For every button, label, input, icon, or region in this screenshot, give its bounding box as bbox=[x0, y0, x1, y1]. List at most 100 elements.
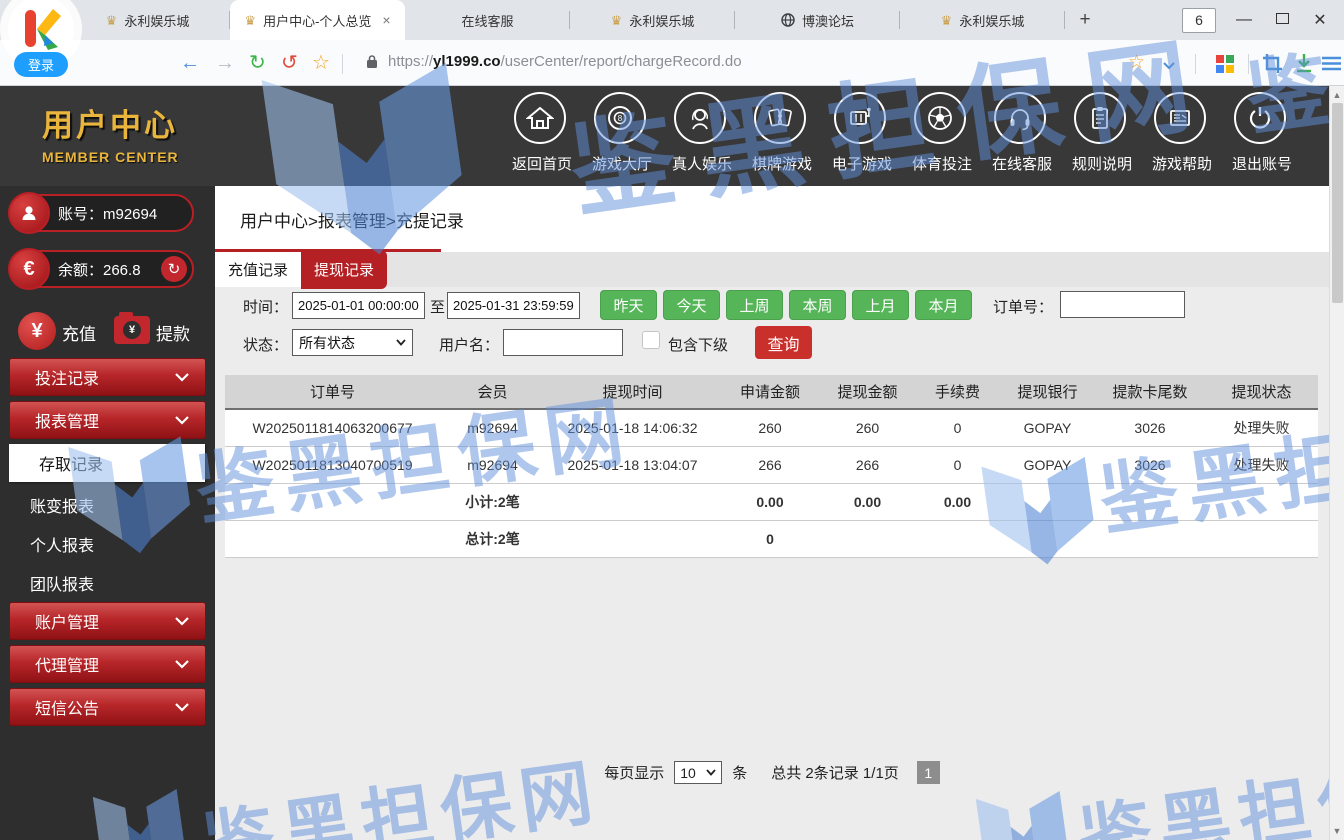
menu-personal-report[interactable]: 个人报表 bbox=[0, 524, 215, 563]
wallet-icon[interactable]: ¥ bbox=[114, 316, 150, 344]
menu-account-change-report[interactable]: 账变报表 bbox=[0, 485, 215, 524]
power-icon bbox=[1246, 104, 1274, 132]
user-icon bbox=[8, 192, 50, 234]
newspaper-icon bbox=[1166, 104, 1194, 132]
nav-live-casino[interactable]: 真人娱乐 bbox=[672, 92, 728, 174]
quick-today-button[interactable]: 今天 bbox=[663, 290, 720, 320]
playing-cards-icon bbox=[766, 104, 794, 132]
tab-recharge-records[interactable]: 充值记录 bbox=[215, 252, 301, 287]
nav-home[interactable]: 返回首页 bbox=[512, 92, 568, 174]
per-page-select[interactable]: 10 bbox=[674, 761, 722, 784]
records-summary: 总共 2条记录 1/1页 bbox=[771, 762, 899, 783]
withdraw-link[interactable]: 提款 bbox=[156, 320, 190, 345]
maximize-button[interactable] bbox=[1272, 11, 1292, 29]
menu-account-management[interactable]: 账户管理 bbox=[9, 602, 206, 640]
url-domain: yl1999.co bbox=[433, 53, 501, 70]
menu-deposit-withdraw-records-active[interactable]: 存取记录 bbox=[9, 444, 205, 482]
logo-title: 用户中心 bbox=[42, 100, 179, 145]
col-fee: 手续费 bbox=[915, 375, 1000, 409]
bookmark-star-button[interactable]: ☆ bbox=[1128, 51, 1145, 75]
scroll-up-icon[interactable]: ▲ bbox=[1330, 90, 1344, 100]
include-subordinates-label: 包含下级 bbox=[668, 334, 728, 355]
quick-this-week-button[interactable]: 本周 bbox=[789, 290, 846, 320]
tab-label: 永利娱乐城 bbox=[124, 11, 189, 30]
site-favicon-icon: ♛ bbox=[941, 14, 953, 27]
forward-button[interactable]: → bbox=[215, 51, 235, 75]
login-button[interactable]: 登录 bbox=[14, 52, 68, 77]
nav-game-hall[interactable]: 8 游戏大厅 bbox=[592, 92, 648, 174]
url-bar[interactable]: https://yl1999.co/userCenter/report/char… bbox=[388, 53, 742, 70]
order-no-input[interactable] bbox=[1060, 291, 1185, 318]
quick-this-month-button[interactable]: 本月 bbox=[915, 290, 972, 320]
tab-label: 在线客服 bbox=[461, 11, 513, 30]
menu-sms-announcement[interactable]: 短信公告 bbox=[9, 688, 206, 726]
date-to-input[interactable] bbox=[447, 292, 580, 319]
tab-close-icon[interactable]: × bbox=[382, 12, 390, 28]
browser-tab-6[interactable]: ♛ 永利娱乐城 bbox=[900, 0, 1065, 40]
nav-rules[interactable]: 规则说明 bbox=[1072, 92, 1128, 174]
download-icon[interactable] bbox=[1294, 53, 1314, 74]
tab-label: 用户中心-个人总览 bbox=[263, 11, 371, 30]
chevron-down-icon[interactable] bbox=[1163, 62, 1175, 70]
k-logo-icon bbox=[20, 6, 64, 50]
clipboard-icon bbox=[1086, 104, 1114, 132]
scroll-down-icon[interactable]: ▼ bbox=[1330, 826, 1344, 836]
menu-hamburger-icon[interactable] bbox=[1322, 56, 1341, 71]
ssl-lock-icon bbox=[366, 54, 378, 69]
nav-customer-service[interactable]: 在线客服 bbox=[992, 92, 1048, 174]
menu-team-report[interactable]: 团队报表 bbox=[0, 563, 215, 602]
back-button[interactable]: ← bbox=[180, 51, 200, 75]
tab-label: 永利娱乐城 bbox=[629, 11, 694, 30]
menu-bet-records[interactable]: 投注记录 bbox=[9, 358, 206, 396]
page-number-button[interactable]: 1 bbox=[917, 761, 940, 784]
nav-card-games[interactable]: 棋牌游戏 bbox=[752, 92, 808, 174]
col-member: 会员 bbox=[440, 375, 545, 409]
col-withdraw-time: 提现时间 bbox=[545, 375, 720, 409]
minimize-button[interactable]: — bbox=[1234, 11, 1254, 29]
nav-logout[interactable]: 退出账号 bbox=[1232, 92, 1288, 174]
browser-tab-5[interactable]: 博澳论坛 bbox=[735, 0, 900, 40]
nav-sports[interactable]: 体育投注 bbox=[912, 92, 968, 174]
status-select[interactable]: 所有状态 bbox=[292, 329, 413, 356]
yen-icon[interactable]: ¥ bbox=[18, 312, 56, 350]
nav-game-help[interactable]: 游戏帮助 bbox=[1152, 92, 1208, 174]
quick-last-week-button[interactable]: 上周 bbox=[726, 290, 783, 320]
quick-last-month-button[interactable]: 上月 bbox=[852, 290, 909, 320]
recharge-link[interactable]: 充值 bbox=[62, 320, 96, 345]
total-label: 总计:2笔 bbox=[440, 520, 545, 557]
account-pill: 账号：m92694 bbox=[10, 194, 194, 232]
browser-tab-2-active[interactable]: ♛ 用户中心-个人总览 × bbox=[230, 0, 405, 40]
nav-slots[interactable]: 电子游戏 bbox=[832, 92, 888, 174]
menu-report-management[interactable]: 报表管理 bbox=[9, 401, 206, 439]
slot-machine-icon bbox=[846, 104, 874, 132]
col-order-no: 订单号 bbox=[225, 375, 440, 409]
browser-tab-bar: ♛ 永利娱乐城 ♛ 用户中心-个人总览 × 在线客服 ♛ 永利娱乐城 博澳论坛 … bbox=[0, 0, 1344, 40]
screenshot-crop-icon[interactable] bbox=[1262, 53, 1283, 74]
apps-grid-icon[interactable] bbox=[1215, 54, 1235, 74]
favorite-star-button[interactable]: ☆ bbox=[312, 51, 330, 75]
scrollbar-thumb[interactable] bbox=[1332, 103, 1343, 303]
quick-yesterday-button[interactable]: 昨天 bbox=[600, 290, 657, 320]
new-tab-button[interactable]: + bbox=[1065, 0, 1105, 40]
refresh-button[interactable]: ↻ bbox=[249, 51, 266, 75]
subtotal-row: 小计:2笔 0.00 0.00 0.00 bbox=[225, 483, 1318, 520]
refresh-balance-icon[interactable]: ↻ bbox=[161, 256, 187, 282]
select-arrow-icon bbox=[706, 769, 716, 776]
browser-tab-3[interactable]: 在线客服 bbox=[405, 0, 570, 40]
euro-coin-icon: € bbox=[8, 248, 50, 290]
query-button[interactable]: 查询 bbox=[755, 326, 812, 359]
username-input[interactable] bbox=[503, 329, 623, 356]
undo-navigation-button[interactable]: ↺ bbox=[281, 51, 298, 75]
page-scrollbar[interactable]: ▲ ▼ bbox=[1329, 86, 1344, 840]
date-from-input[interactable] bbox=[292, 292, 425, 319]
col-apply-amount: 申请金额 bbox=[720, 375, 820, 409]
menu-agent-management[interactable]: 代理管理 bbox=[9, 645, 206, 683]
tab-count-badge[interactable]: 6 bbox=[1182, 8, 1216, 33]
tab-withdraw-records-active[interactable]: 提现记录 bbox=[301, 250, 387, 289]
chevron-down-icon bbox=[175, 373, 189, 382]
include-subordinates-checkbox[interactable] bbox=[642, 331, 660, 349]
col-card-tail: 提款卡尾数 bbox=[1095, 375, 1205, 409]
status-label: 状态： bbox=[243, 334, 288, 355]
browser-tab-4[interactable]: ♛ 永利娱乐城 bbox=[570, 0, 735, 40]
close-button[interactable]: ✕ bbox=[1310, 10, 1330, 30]
